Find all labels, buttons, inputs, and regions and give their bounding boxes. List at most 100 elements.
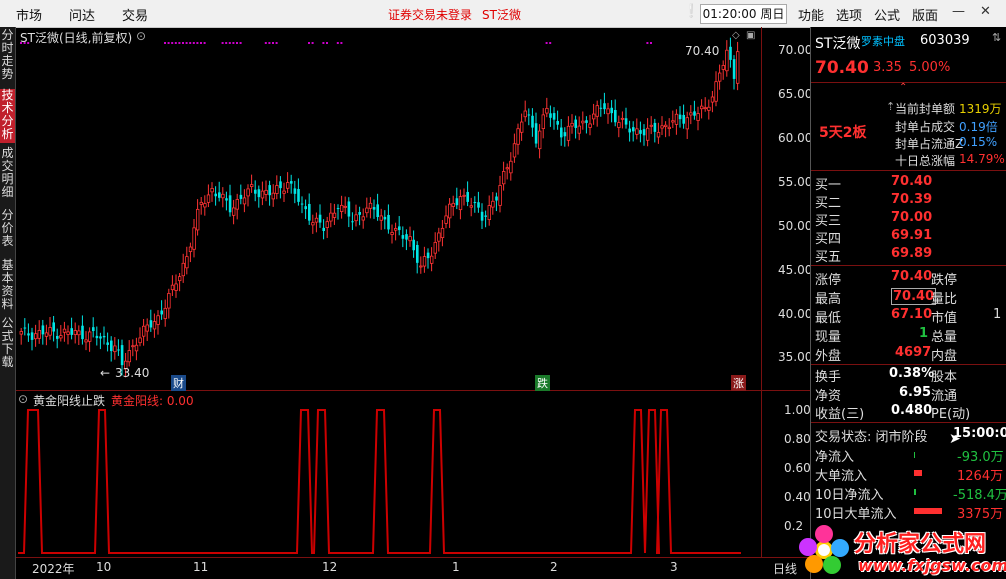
stat-label2-3: 总量 [931,330,958,345]
stat-label2-0: 跌停 [931,273,958,288]
event-down-badge[interactable]: 跌 [535,375,550,391]
candle-body [336,208,340,210]
signal-dot [164,42,166,44]
xlabel-12: 12 [322,560,338,574]
candle-body [322,227,325,231]
signal-dot [23,42,26,44]
candle-body [239,194,243,199]
candle-body [152,321,157,330]
minimize-icon[interactable]: — [952,4,965,19]
candle-body [685,117,689,130]
candle-body [195,208,200,231]
stat2-label-1: 净资 [815,389,842,404]
candle-body [297,188,300,202]
top-toolbar: 市场 问达 交易 证券交易未登录 ST泛微 ❕ 01:20:00 周日 功能 选… [0,0,1006,28]
candle-body [531,115,534,128]
signal-dot [192,42,195,44]
candle-body [228,195,232,213]
candle-body [134,344,139,352]
info-icon[interactable]: ❕ [683,4,699,19]
candle-body [84,339,88,343]
candle-body [447,203,452,219]
mouse-cursor-icon: ➤ [949,431,961,447]
tab-timeshare[interactable]: 分时走势 [0,29,15,81]
candle-body [495,196,498,201]
candle-body [106,342,109,345]
tab-transactions[interactable]: 成交明细 [0,147,15,199]
stat2-label2-2: PE(动) [931,407,971,422]
ind-ytick-1: 1.00 [784,403,811,417]
candle-body [614,110,617,123]
candle-body [149,320,153,328]
menu-market[interactable]: 市场 [16,5,42,24]
candle-body [610,107,613,114]
signal-dot [272,42,274,44]
candle-body [221,193,225,199]
bid-price-2[interactable]: 70.39 [891,192,932,207]
event-up-badge[interactable]: 涨 [731,375,746,391]
bid-price-1[interactable]: 70.40 [891,174,932,189]
candle-body [466,191,469,202]
quote-panel: ST泛微 罗素中盘 603039 ⇅ 70.40 3.35 5.00% ⌃ 5天… [810,27,1006,579]
candle-body [52,322,55,332]
tab-fundamentals[interactable]: 基本资料 [0,259,15,311]
flow-label-2: 10日净流入 [815,488,884,503]
candle-body [617,122,621,128]
menu-options[interactable]: 选项 [836,5,862,24]
candle-body [311,222,315,226]
tab-technical[interactable]: 技术分析 [0,89,15,143]
x-axis: 2022年 10 11 12 1 2 3 [16,558,778,579]
candle-body [282,190,286,194]
bid-price-4[interactable]: 69.91 [891,228,932,243]
candle-body [703,107,707,110]
menu-wenda[interactable]: 问达 [69,5,95,24]
event-finance-badge[interactable]: 财 [171,375,186,391]
index-tag[interactable]: 罗素中盘 [861,33,905,49]
close-icon[interactable]: ✕ [980,4,991,19]
stat-value-0: 70.40 [891,269,933,284]
candle-body [293,188,297,194]
flower-logo-icon [799,525,849,574]
ytick-65: 65.00 [778,87,813,101]
candle-body [192,227,196,250]
stat-label2-4: 内盘 [931,349,958,364]
bid-price-3[interactable]: 70.00 [891,210,932,225]
menu-function[interactable]: 功能 [798,5,824,24]
tab-formula-download[interactable]: 公式下载 [0,317,15,369]
candle-body [563,132,567,137]
candle-body [570,122,574,127]
menu-trade[interactable]: 交易 [122,5,148,24]
candle-body [347,201,351,217]
candle-body [588,123,592,128]
signal-dot [196,42,199,44]
candle-body [639,130,642,134]
candle-body [549,113,552,118]
candle-body [23,327,27,329]
expand-up-icon[interactable]: ⌃ [899,82,907,93]
candle-body [729,46,732,60]
bid-price-5[interactable]: 69.89 [891,246,932,261]
signal-dot [178,42,181,44]
panel-switch-icon[interactable]: ⇅ [992,31,1001,44]
signal-dot [322,42,325,44]
candle-body [516,128,520,145]
period-label[interactable]: 日线 [773,560,797,577]
candlestick-chart[interactable] [16,27,778,390]
seal-label-0: 当前封单额 [895,102,956,116]
signal-dot [239,42,242,44]
candle-body [260,190,265,199]
stock-name: ST泛微 [815,36,861,52]
signal-dot [326,42,328,44]
price-change: 3.35 [873,60,902,75]
candle-body [429,255,434,264]
seal-value-1: 0.19倍 [959,120,998,134]
menu-layout[interactable]: 版面 [912,5,938,24]
candle-body [210,188,214,193]
tab-price-table[interactable]: 分价表 [0,209,15,248]
login-notice[interactable]: 证券交易未登录 [388,6,472,23]
candle-body [225,198,228,201]
indicator-chart[interactable] [16,391,778,557]
candle-body [343,205,347,208]
last-price: 70.40 [815,58,869,78]
menu-formula[interactable]: 公式 [874,5,900,24]
